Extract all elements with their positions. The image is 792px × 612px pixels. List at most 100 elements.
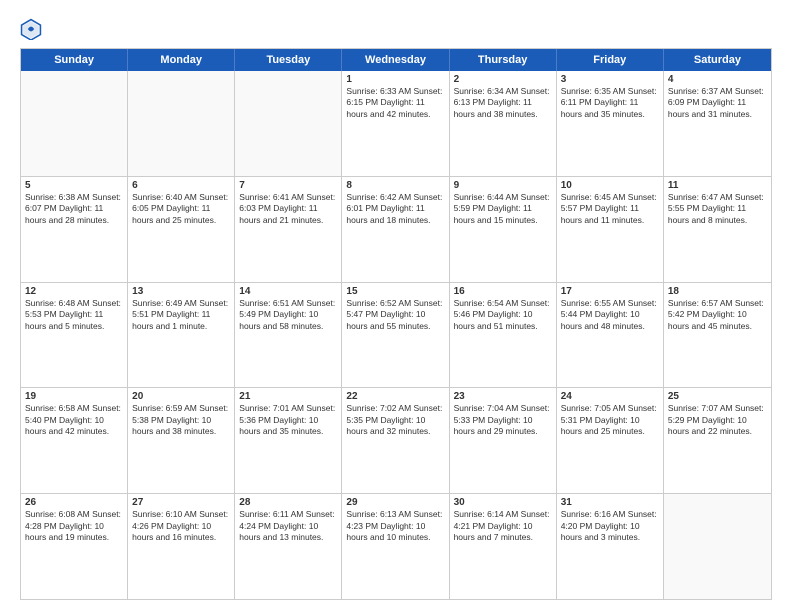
day-number: 6	[132, 180, 230, 191]
calendar-row-1: 1Sunrise: 6:33 AM Sunset: 6:15 PM Daylig…	[21, 71, 771, 176]
day-cell-20: 20Sunrise: 6:59 AM Sunset: 5:38 PM Dayli…	[128, 388, 235, 493]
day-number: 16	[454, 286, 552, 297]
day-number: 2	[454, 74, 552, 85]
page: SundayMondayTuesdayWednesdayThursdayFrid…	[0, 0, 792, 612]
cell-info: Sunrise: 7:07 AM Sunset: 5:29 PM Dayligh…	[668, 403, 767, 437]
day-cell-25: 25Sunrise: 7:07 AM Sunset: 5:29 PM Dayli…	[664, 388, 771, 493]
day-cell-8: 8Sunrise: 6:42 AM Sunset: 6:01 PM Daylig…	[342, 177, 449, 282]
day-cell-11: 11Sunrise: 6:47 AM Sunset: 5:55 PM Dayli…	[664, 177, 771, 282]
cell-info: Sunrise: 7:05 AM Sunset: 5:31 PM Dayligh…	[561, 403, 659, 437]
day-number: 9	[454, 180, 552, 191]
cell-info: Sunrise: 6:48 AM Sunset: 5:53 PM Dayligh…	[25, 298, 123, 332]
cell-info: Sunrise: 6:52 AM Sunset: 5:47 PM Dayligh…	[346, 298, 444, 332]
weekday-header-friday: Friday	[557, 49, 664, 71]
cell-info: Sunrise: 7:04 AM Sunset: 5:33 PM Dayligh…	[454, 403, 552, 437]
day-cell-9: 9Sunrise: 6:44 AM Sunset: 5:59 PM Daylig…	[450, 177, 557, 282]
day-number: 26	[25, 497, 123, 508]
day-cell-3: 3Sunrise: 6:35 AM Sunset: 6:11 PM Daylig…	[557, 71, 664, 176]
cell-info: Sunrise: 6:33 AM Sunset: 6:15 PM Dayligh…	[346, 86, 444, 120]
cell-info: Sunrise: 6:41 AM Sunset: 6:03 PM Dayligh…	[239, 192, 337, 226]
cell-info: Sunrise: 6:16 AM Sunset: 4:20 PM Dayligh…	[561, 509, 659, 543]
weekday-header-saturday: Saturday	[664, 49, 771, 71]
day-cell-30: 30Sunrise: 6:14 AM Sunset: 4:21 PM Dayli…	[450, 494, 557, 599]
day-cell-19: 19Sunrise: 6:58 AM Sunset: 5:40 PM Dayli…	[21, 388, 128, 493]
day-cell-29: 29Sunrise: 6:13 AM Sunset: 4:23 PM Dayli…	[342, 494, 449, 599]
cell-info: Sunrise: 6:57 AM Sunset: 5:42 PM Dayligh…	[668, 298, 767, 332]
day-cell-12: 12Sunrise: 6:48 AM Sunset: 5:53 PM Dayli…	[21, 283, 128, 388]
cell-info: Sunrise: 6:55 AM Sunset: 5:44 PM Dayligh…	[561, 298, 659, 332]
cell-info: Sunrise: 6:38 AM Sunset: 6:07 PM Dayligh…	[25, 192, 123, 226]
day-cell-16: 16Sunrise: 6:54 AM Sunset: 5:46 PM Dayli…	[450, 283, 557, 388]
day-cell-1: 1Sunrise: 6:33 AM Sunset: 6:15 PM Daylig…	[342, 71, 449, 176]
weekday-header-thursday: Thursday	[450, 49, 557, 71]
day-cell-4: 4Sunrise: 6:37 AM Sunset: 6:09 PM Daylig…	[664, 71, 771, 176]
cell-info: Sunrise: 7:01 AM Sunset: 5:36 PM Dayligh…	[239, 403, 337, 437]
day-number: 3	[561, 74, 659, 85]
day-number: 18	[668, 286, 767, 297]
cell-info: Sunrise: 6:10 AM Sunset: 4:26 PM Dayligh…	[132, 509, 230, 543]
cell-info: Sunrise: 6:40 AM Sunset: 6:05 PM Dayligh…	[132, 192, 230, 226]
logo-icon	[20, 18, 42, 40]
calendar-row-4: 19Sunrise: 6:58 AM Sunset: 5:40 PM Dayli…	[21, 387, 771, 493]
empty-cell	[235, 71, 342, 176]
day-cell-14: 14Sunrise: 6:51 AM Sunset: 5:49 PM Dayli…	[235, 283, 342, 388]
day-cell-7: 7Sunrise: 6:41 AM Sunset: 6:03 PM Daylig…	[235, 177, 342, 282]
header	[20, 18, 772, 40]
empty-cell	[21, 71, 128, 176]
day-number: 13	[132, 286, 230, 297]
day-cell-17: 17Sunrise: 6:55 AM Sunset: 5:44 PM Dayli…	[557, 283, 664, 388]
weekday-header-wednesday: Wednesday	[342, 49, 449, 71]
cell-info: Sunrise: 6:45 AM Sunset: 5:57 PM Dayligh…	[561, 192, 659, 226]
day-cell-26: 26Sunrise: 6:08 AM Sunset: 4:28 PM Dayli…	[21, 494, 128, 599]
day-number: 10	[561, 180, 659, 191]
day-cell-6: 6Sunrise: 6:40 AM Sunset: 6:05 PM Daylig…	[128, 177, 235, 282]
day-number: 29	[346, 497, 444, 508]
weekday-header-monday: Monday	[128, 49, 235, 71]
cell-info: Sunrise: 6:42 AM Sunset: 6:01 PM Dayligh…	[346, 192, 444, 226]
day-number: 5	[25, 180, 123, 191]
cell-info: Sunrise: 6:13 AM Sunset: 4:23 PM Dayligh…	[346, 509, 444, 543]
day-number: 30	[454, 497, 552, 508]
day-number: 8	[346, 180, 444, 191]
day-cell-27: 27Sunrise: 6:10 AM Sunset: 4:26 PM Dayli…	[128, 494, 235, 599]
cell-info: Sunrise: 6:51 AM Sunset: 5:49 PM Dayligh…	[239, 298, 337, 332]
day-cell-28: 28Sunrise: 6:11 AM Sunset: 4:24 PM Dayli…	[235, 494, 342, 599]
weekday-header-sunday: Sunday	[21, 49, 128, 71]
day-number: 20	[132, 391, 230, 402]
day-number: 27	[132, 497, 230, 508]
calendar-row-2: 5Sunrise: 6:38 AM Sunset: 6:07 PM Daylig…	[21, 176, 771, 282]
day-number: 19	[25, 391, 123, 402]
cell-info: Sunrise: 6:14 AM Sunset: 4:21 PM Dayligh…	[454, 509, 552, 543]
calendar-body: 1Sunrise: 6:33 AM Sunset: 6:15 PM Daylig…	[21, 71, 771, 599]
day-number: 1	[346, 74, 444, 85]
cell-info: Sunrise: 6:49 AM Sunset: 5:51 PM Dayligh…	[132, 298, 230, 332]
day-number: 14	[239, 286, 337, 297]
day-number: 11	[668, 180, 767, 191]
day-number: 22	[346, 391, 444, 402]
cell-info: Sunrise: 6:58 AM Sunset: 5:40 PM Dayligh…	[25, 403, 123, 437]
day-number: 25	[668, 391, 767, 402]
cell-info: Sunrise: 7:02 AM Sunset: 5:35 PM Dayligh…	[346, 403, 444, 437]
cell-info: Sunrise: 6:08 AM Sunset: 4:28 PM Dayligh…	[25, 509, 123, 543]
empty-cell	[128, 71, 235, 176]
day-cell-15: 15Sunrise: 6:52 AM Sunset: 5:47 PM Dayli…	[342, 283, 449, 388]
day-number: 21	[239, 391, 337, 402]
cell-info: Sunrise: 6:37 AM Sunset: 6:09 PM Dayligh…	[668, 86, 767, 120]
day-number: 31	[561, 497, 659, 508]
day-number: 24	[561, 391, 659, 402]
day-cell-10: 10Sunrise: 6:45 AM Sunset: 5:57 PM Dayli…	[557, 177, 664, 282]
day-cell-5: 5Sunrise: 6:38 AM Sunset: 6:07 PM Daylig…	[21, 177, 128, 282]
day-number: 12	[25, 286, 123, 297]
calendar-header: SundayMondayTuesdayWednesdayThursdayFrid…	[21, 49, 771, 71]
cell-info: Sunrise: 6:35 AM Sunset: 6:11 PM Dayligh…	[561, 86, 659, 120]
day-cell-2: 2Sunrise: 6:34 AM Sunset: 6:13 PM Daylig…	[450, 71, 557, 176]
day-number: 4	[668, 74, 767, 85]
day-cell-18: 18Sunrise: 6:57 AM Sunset: 5:42 PM Dayli…	[664, 283, 771, 388]
day-number: 7	[239, 180, 337, 191]
cell-info: Sunrise: 6:54 AM Sunset: 5:46 PM Dayligh…	[454, 298, 552, 332]
day-cell-31: 31Sunrise: 6:16 AM Sunset: 4:20 PM Dayli…	[557, 494, 664, 599]
weekday-header-tuesday: Tuesday	[235, 49, 342, 71]
day-number: 17	[561, 286, 659, 297]
cell-info: Sunrise: 6:47 AM Sunset: 5:55 PM Dayligh…	[668, 192, 767, 226]
empty-cell	[664, 494, 771, 599]
